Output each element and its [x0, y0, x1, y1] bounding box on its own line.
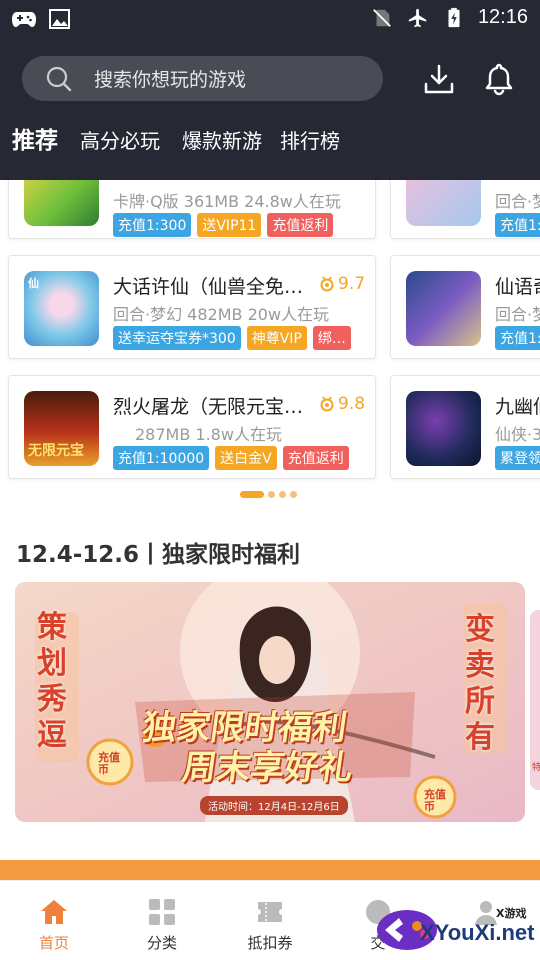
battery-charging-icon — [448, 7, 460, 27]
thumb-label: 仙 — [28, 277, 39, 290]
search-placeholder: 搜索你想玩的游戏 — [94, 69, 247, 91]
thumb-label: 无限元宝 — [28, 443, 84, 459]
watermark-text: XYouXi.net — [420, 920, 535, 945]
next-banner-label: 特惠 — [532, 763, 540, 773]
search-input[interactable]: 搜索你想玩的游戏 — [22, 56, 383, 101]
game-tags: 送幸运夺宝券*300 神尊VIP 绑… — [113, 326, 351, 350]
game-meta: 回合·梦 — [495, 192, 540, 211]
game-tag: 充值1:300 — [113, 213, 192, 237]
game-tag: 送白金V — [215, 446, 277, 470]
game-thumbnail: 仙 — [24, 271, 99, 346]
game-score-value: 9.7 — [338, 274, 366, 294]
search-icon — [46, 66, 72, 91]
game-score-value: 9.8 — [338, 394, 366, 414]
nav-category[interactable]: 分类 — [108, 881, 216, 960]
nav-label: 首页 — [38, 934, 69, 952]
status-bar: 12:16 — [0, 0, 540, 40]
game-tag: 送幸运夺宝券*300 — [113, 326, 241, 350]
game-name: 大话许仙（仙兽全免… — [113, 276, 304, 298]
section-title: 12.4-12.6丨独家限时福利 — [16, 542, 301, 568]
image-icon — [49, 9, 70, 29]
game-tag: 累登领 — [495, 446, 540, 470]
banner-coin-right: 充值币 — [424, 788, 446, 813]
game-card[interactable]: 仙语奇 回合·梦 充值1:3 — [390, 255, 540, 359]
game-name: 烈火屠龙（无限元宝… — [113, 396, 304, 418]
game-card[interactable]: 九幽仙 仙侠·3 累登领 — [390, 375, 540, 479]
carousel-pager — [240, 491, 297, 498]
game-card[interactable]: 回合·梦 充值1:5 — [390, 180, 540, 239]
home-icon — [41, 900, 67, 924]
game-tags: 累登领 — [495, 446, 540, 470]
download-icon[interactable] — [422, 62, 456, 96]
game-thumbnail — [24, 180, 99, 226]
game-tags: 充值1:300 送VIP11 充值返利 — [113, 213, 334, 237]
game-name: 仙语奇 — [495, 276, 540, 298]
game-meta: 回合·梦 — [495, 305, 540, 324]
game-tag: 绑… — [312, 326, 351, 350]
game-tag: 充值1:5 — [495, 213, 540, 237]
watermark-small: X游戏 — [496, 907, 527, 920]
game-tag: 充值返利 — [282, 446, 349, 470]
nav-label: 抵扣券 — [247, 934, 293, 952]
game-name: 九幽仙 — [495, 396, 540, 418]
tab-high-score[interactable]: 高分必玩 — [80, 126, 160, 156]
nav-home[interactable]: 首页 — [0, 881, 108, 960]
top-header: 搜索你想玩的游戏 推荐 高分必玩 爆款新游 排行榜 — [0, 40, 540, 180]
tab-new-games[interactable]: 爆款新游 — [182, 126, 262, 156]
pager-dot — [290, 491, 297, 498]
game-card[interactable]: 卡牌·Q版 361MB 24.8w人在玩 充值1:300 送VIP11 充值返利 — [8, 180, 376, 239]
pager-dot — [268, 491, 275, 498]
next-banner-peek[interactable]: 特惠 — [530, 610, 540, 790]
bell-icon[interactable] — [482, 62, 516, 96]
banner-coin-left: 充值币 — [98, 751, 120, 776]
game-tag: 充值1:10000 — [113, 446, 210, 470]
category-tabs: 推荐 高分必玩 爆款新游 排行榜 — [12, 126, 362, 156]
promo-banner[interactable]: 策划秀逗 变卖所有 独家限时福利 周末享好礼 活动时间：12月4日-12月6日 … — [15, 582, 525, 822]
airplane-icon — [408, 8, 427, 27]
game-thumbnail — [406, 180, 481, 226]
game-tag: 充值1:3 — [495, 326, 540, 350]
game-thumbnail — [406, 391, 481, 466]
game-tag: 神尊VIP — [246, 326, 307, 350]
game-tag: 送VIP11 — [197, 213, 262, 237]
banner-headline-2: 周末享好礼 — [179, 748, 356, 788]
no-sim-icon — [373, 8, 391, 27]
clock: 12:16 — [477, 6, 528, 28]
game-meta: 回合·梦幻 482MB 20w人在玩 — [113, 305, 330, 324]
game-thumbnail — [406, 271, 481, 346]
gamepad-icon — [12, 12, 36, 27]
game-carousel[interactable]: 卡牌·Q版 361MB 24.8w人在玩 充值1:300 送VIP11 充值返利… — [0, 180, 540, 485]
game-thumbnail: 无限元宝 — [24, 391, 99, 466]
nav-label: 分类 — [146, 934, 177, 952]
banner-subtitle: 活动时间：12月4日-12月6日 — [200, 796, 348, 815]
game-tag: 充值返利 — [267, 213, 334, 237]
tab-recommend[interactable]: 推荐 — [12, 126, 58, 156]
banner-right-text: 变卖所有 — [465, 612, 495, 755]
pager-dot — [279, 491, 286, 498]
game-score: 9.8 — [319, 394, 365, 414]
game-meta: 仙侠·3 — [495, 425, 540, 444]
coupon-icon — [258, 902, 282, 922]
game-card[interactable]: 无限元宝 烈火屠龙（无限元宝… 9.8 287MB 1.8w人在玩 充值1:10… — [8, 375, 376, 479]
tab-rankings[interactable]: 排行榜 — [280, 126, 340, 156]
banner-left-text: 策划秀逗 — [37, 610, 67, 753]
nav-coupon[interactable]: 抵扣券 — [216, 881, 324, 960]
game-meta: 卡牌·Q版 361MB 24.8w人在玩 — [113, 192, 341, 211]
grid-icon — [149, 899, 175, 925]
game-tags: 充值1:10000 送白金V 充值返利 — [113, 446, 349, 470]
game-meta: 287MB 1.8w人在玩 — [135, 425, 282, 444]
medal-icon — [320, 276, 334, 292]
game-tags: 充值1:5 — [495, 213, 540, 237]
medal-icon — [320, 396, 334, 412]
pager-dot-active — [240, 491, 264, 498]
game-tags: 充值1:3 — [495, 326, 540, 350]
game-score: 9.7 — [319, 274, 365, 294]
game-card[interactable]: 仙 大话许仙（仙兽全免… 9.7 回合·梦幻 482MB 20w人在玩 送幸运夺… — [8, 255, 376, 359]
